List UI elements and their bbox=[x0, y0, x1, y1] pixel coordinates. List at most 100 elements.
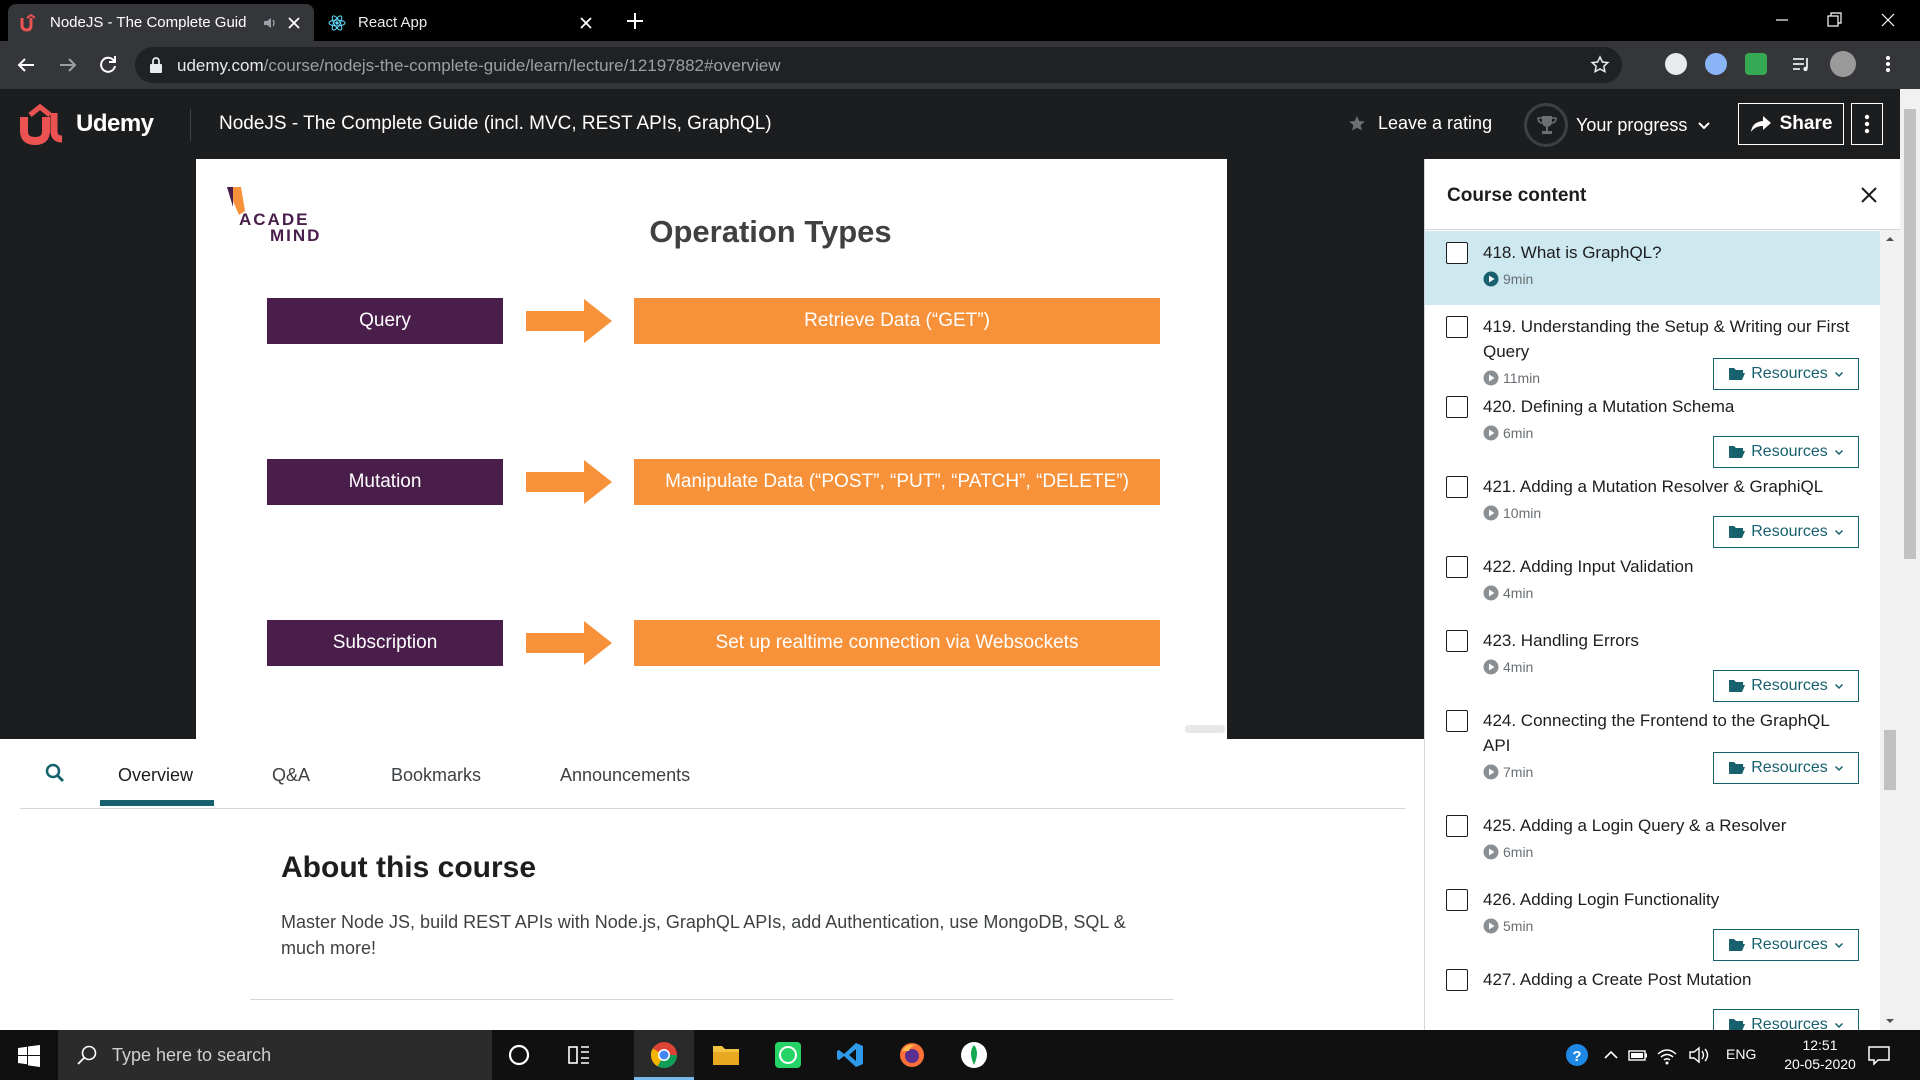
chevron-down-icon bbox=[1834, 1022, 1843, 1029]
play-circle-icon bbox=[1483, 764, 1499, 780]
close-tab-icon[interactable] bbox=[578, 15, 594, 31]
lecture-item[interactable]: 427. Adding a Create Post Mutation Resour… bbox=[1425, 958, 1881, 1030]
resources-dropdown-button[interactable]: Resources bbox=[1713, 436, 1859, 468]
chrome-menu-icon[interactable] bbox=[1884, 53, 1892, 75]
lecture-title: 423. Handling Errors bbox=[1483, 631, 1639, 650]
tab-react-app[interactable]: React App bbox=[316, 4, 606, 41]
input-language[interactable]: ENG bbox=[1726, 1046, 1756, 1062]
scroll-down-icon[interactable] bbox=[1885, 1016, 1895, 1026]
media-control-icon[interactable] bbox=[1790, 53, 1812, 75]
taskbar-whatsapp[interactable] bbox=[758, 1030, 818, 1080]
lecture-item[interactable]: 424. Connecting the Frontend to the Grap… bbox=[1425, 699, 1881, 804]
profile-avatar[interactable] bbox=[1830, 51, 1856, 77]
taskbar-firefox[interactable] bbox=[882, 1030, 942, 1080]
close-tab-icon[interactable] bbox=[286, 15, 302, 31]
taskbar-search[interactable]: Type here to search bbox=[58, 1030, 492, 1080]
sidebar-scrollbar[interactable] bbox=[1880, 230, 1900, 1030]
page-scrollbar[interactable] bbox=[1900, 89, 1920, 1030]
lecture-title: 426. Adding Login Functionality bbox=[1483, 890, 1720, 909]
lecture-complete-checkbox[interactable] bbox=[1446, 396, 1468, 418]
lecture-item[interactable]: 426. Adding Login Functionality 5min Resou… bbox=[1425, 878, 1881, 961]
bookmark-star-icon[interactable] bbox=[1590, 55, 1610, 75]
folder-open-icon bbox=[1729, 446, 1746, 458]
taskbar-chrome[interactable] bbox=[634, 1030, 694, 1080]
chrome-icon bbox=[650, 1042, 678, 1069]
volume-icon[interactable] bbox=[1688, 1042, 1710, 1068]
task-view-icon[interactable] bbox=[566, 1042, 592, 1068]
back-arrow-icon[interactable] bbox=[14, 53, 38, 77]
extension-icon-1[interactable] bbox=[1665, 53, 1687, 75]
sidebar-scroll-thumb[interactable] bbox=[1884, 730, 1896, 790]
restore-icon[interactable] bbox=[1822, 8, 1846, 32]
udemy-favicon bbox=[20, 13, 36, 32]
new-tab-plus-icon[interactable] bbox=[624, 10, 646, 32]
battery-icon[interactable] bbox=[1628, 1042, 1648, 1068]
taskbar-vscode[interactable] bbox=[820, 1030, 880, 1080]
audio-playing-icon[interactable] bbox=[262, 15, 278, 31]
minimize-icon[interactable] bbox=[1770, 8, 1794, 32]
wifi-icon[interactable] bbox=[1656, 1042, 1678, 1068]
tray-chevron-up-icon[interactable] bbox=[1602, 1042, 1620, 1068]
lecture-complete-checkbox[interactable] bbox=[1446, 316, 1468, 338]
udemy-logo[interactable]: Udemy bbox=[20, 103, 154, 145]
taskbar-clock[interactable]: 12:51 20-05-2020 bbox=[1772, 1036, 1868, 1074]
scroll-up-icon[interactable] bbox=[1885, 234, 1895, 244]
your-progress-button[interactable]: Your progress bbox=[1524, 103, 1711, 147]
address-bar[interactable]: udemy.com/course/nodejs-the-complete-gui… bbox=[135, 47, 1622, 83]
lecture-item[interactable]: 418. What is GraphQL? 9min bbox=[1425, 231, 1881, 305]
search-icon[interactable] bbox=[45, 763, 65, 783]
tab-bookmarks[interactable]: Bookmarks bbox=[391, 765, 481, 786]
page-scroll-thumb[interactable] bbox=[1904, 109, 1916, 559]
lecture-complete-checkbox[interactable] bbox=[1446, 889, 1468, 911]
lock-icon[interactable] bbox=[149, 57, 163, 73]
windows-start-icon[interactable] bbox=[18, 1045, 40, 1067]
lecture-complete-checkbox[interactable] bbox=[1446, 969, 1468, 991]
lecture-complete-checkbox[interactable] bbox=[1446, 556, 1468, 578]
lecture-complete-checkbox[interactable] bbox=[1446, 242, 1468, 264]
tab-udemy-course[interactable]: NodeJS - The Complete Guid bbox=[8, 4, 314, 41]
lecture-item[interactable]: 423. Handling Errors 4min Resources bbox=[1425, 619, 1881, 702]
extension-icon-3[interactable] bbox=[1745, 53, 1767, 75]
help-icon[interactable]: ? bbox=[1564, 1042, 1590, 1068]
folder-open-icon bbox=[1729, 526, 1746, 538]
resources-dropdown-button[interactable]: Resources bbox=[1713, 752, 1859, 784]
window-close-icon[interactable] bbox=[1876, 8, 1900, 32]
lecture-item[interactable]: 422. Adding Input Validation 4min bbox=[1425, 545, 1881, 619]
play-circle-icon bbox=[1483, 505, 1499, 521]
lecture-complete-checkbox[interactable] bbox=[1446, 710, 1468, 732]
lecture-duration: 6min bbox=[1483, 425, 1533, 441]
lecture-item[interactable]: 421. Adding a Mutation Resolver & Graphi… bbox=[1425, 465, 1881, 548]
resources-dropdown-button[interactable]: Resources bbox=[1713, 516, 1859, 548]
about-heading: About this course bbox=[281, 851, 537, 884]
taskbar-file-explorer[interactable] bbox=[696, 1030, 756, 1080]
tab-qa[interactable]: Q&A bbox=[272, 765, 310, 786]
share-button[interactable]: Share bbox=[1738, 103, 1844, 145]
close-icon[interactable] bbox=[1859, 185, 1879, 205]
course-title[interactable]: NodeJS - The Complete Guide (incl. MVC, … bbox=[219, 113, 772, 135]
reload-icon[interactable] bbox=[96, 53, 120, 77]
lecture-complete-checkbox[interactable] bbox=[1446, 476, 1468, 498]
extension-icon-2[interactable] bbox=[1705, 53, 1727, 75]
taskbar-mongodb-compass[interactable] bbox=[944, 1030, 1004, 1080]
lecture-item[interactable]: 420. Defining a Mutation Schema 6min Resou… bbox=[1425, 385, 1881, 468]
play-circle-icon bbox=[1483, 370, 1499, 386]
search-icon bbox=[77, 1045, 97, 1065]
tab-title: React App bbox=[358, 14, 428, 31]
video-player[interactable]: ACADE MIND Operation Types Query Retriev… bbox=[0, 159, 1424, 739]
notification-center-icon[interactable] bbox=[1866, 1042, 1892, 1068]
resources-dropdown-button[interactable]: Resources bbox=[1713, 670, 1859, 702]
more-options-button[interactable] bbox=[1851, 103, 1883, 145]
leave-rating-button[interactable]: Leave a rating bbox=[1348, 113, 1492, 134]
browser-toolbar: udemy.com/course/nodejs-the-complete-gui… bbox=[0, 41, 1920, 89]
lecture-complete-checkbox[interactable] bbox=[1446, 630, 1468, 652]
resources-dropdown-button[interactable]: Resources bbox=[1713, 1009, 1859, 1030]
tab-announcements[interactable]: Announcements bbox=[560, 765, 690, 786]
cortana-icon[interactable] bbox=[506, 1042, 532, 1068]
forward-arrow-icon[interactable] bbox=[56, 53, 80, 77]
lecture-complete-checkbox[interactable] bbox=[1446, 815, 1468, 837]
lecture-item[interactable]: 425. Adding a Login Query & a Resolver 6m… bbox=[1425, 804, 1881, 878]
taskbar-search-placeholder: Type here to search bbox=[112, 1044, 272, 1065]
lecture-item[interactable]: 419. Understanding the Setup & Writing o… bbox=[1425, 305, 1881, 390]
resources-dropdown-button[interactable]: Resources bbox=[1713, 929, 1859, 961]
tab-overview[interactable]: Overview bbox=[118, 765, 193, 786]
